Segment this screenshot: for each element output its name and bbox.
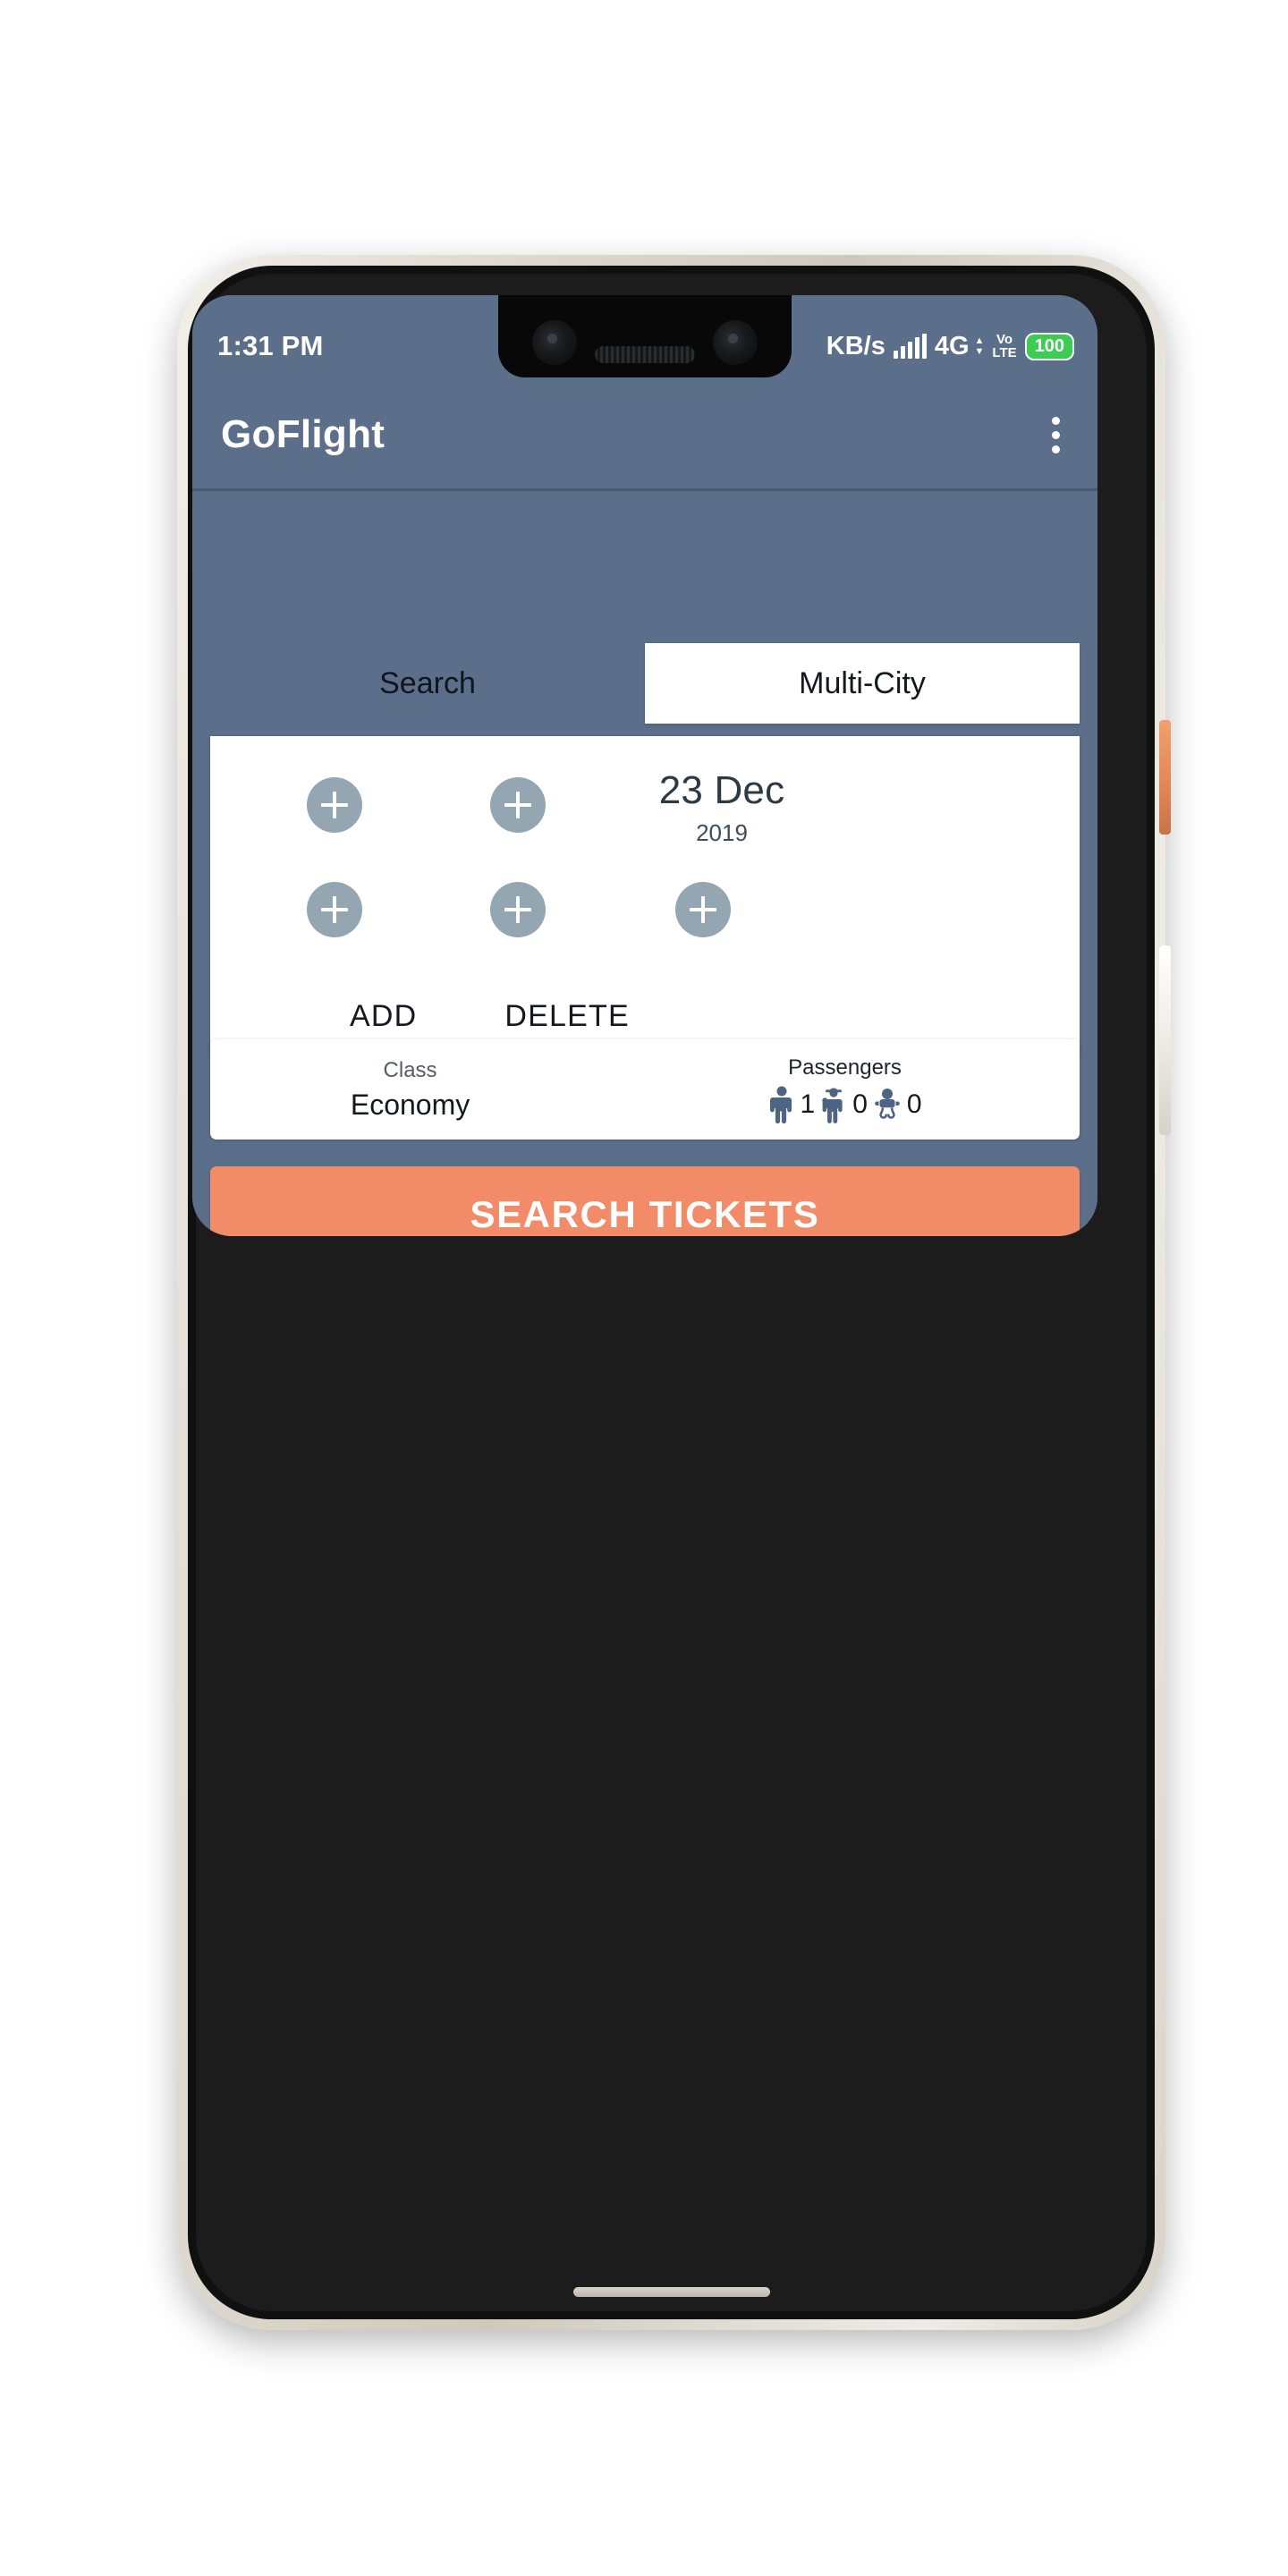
class-selector[interactable]: Class Economy [210, 1058, 610, 1121]
infant-passenger-group: 0 [873, 1088, 922, 1122]
front-camera-left-icon [532, 320, 577, 365]
volte-icon: Vo LTE [992, 333, 1016, 360]
volume-rocker[interactable] [1159, 945, 1171, 1135]
infant-count: 0 [906, 1089, 922, 1119]
child-icon [820, 1086, 847, 1123]
front-camera-right-icon [713, 320, 758, 365]
plus-icon-destination-2[interactable] [490, 882, 546, 937]
adult-icon [768, 1086, 795, 1123]
passenger-counts: 1 0 0 [610, 1086, 1080, 1123]
app-content: Search Multi-City 23 Dec 2019 ADD DELETE… [192, 491, 1097, 1236]
search-tickets-button[interactable]: SEARCH TICKETS [210, 1166, 1080, 1236]
date-day-month: 23 Dec [658, 768, 785, 812]
earpiece-speaker-icon [595, 345, 695, 363]
plus-icon-origin-2[interactable] [307, 882, 362, 937]
plus-icon-date-2[interactable] [675, 882, 731, 937]
class-passengers-card[interactable]: Class Economy Passengers 1 0 0 [210, 1039, 1080, 1140]
data-transfer-icon: ▲ ▼ [974, 335, 985, 357]
tab-search[interactable]: Search [210, 643, 645, 724]
multi-city-card: 23 Dec 2019 ADD DELETE [210, 736, 1080, 1055]
status-time: 1:31 PM [217, 330, 324, 361]
child-passenger-group: 0 [820, 1086, 868, 1123]
tab-multi-city[interactable]: Multi-City [645, 643, 1080, 724]
plus-icon-origin-1[interactable] [307, 777, 362, 833]
class-value: Economy [350, 1089, 470, 1121]
volte-bottom: LTE [992, 345, 1017, 360]
delete-button[interactable]: DELETE [490, 994, 643, 1039]
bottom-speaker-slot [572, 2287, 770, 2297]
trip-type-tabs: Search Multi-City [210, 643, 1080, 724]
infant-icon [873, 1088, 902, 1122]
network-type-label: 4G [934, 331, 970, 360]
battery-indicator: 100 [1024, 332, 1074, 360]
more-vertical-icon[interactable] [1041, 408, 1071, 462]
date-year: 2019 [696, 819, 748, 846]
power-button[interactable] [1159, 720, 1171, 835]
plus-icon-destination-1[interactable] [490, 777, 546, 833]
adult-passenger-group: 1 [768, 1086, 816, 1123]
signal-strength-icon [893, 333, 927, 359]
passengers-label: Passengers [788, 1055, 902, 1080]
segment-grid: 23 Dec 2019 [210, 736, 1080, 978]
class-label: Class [383, 1058, 437, 1082]
app-bar: GoFlight [192, 381, 1097, 488]
add-button[interactable]: ADD [335, 994, 431, 1039]
app-title: GoFlight [221, 412, 386, 456]
segment-date[interactable]: 23 Dec 2019 [610, 768, 834, 845]
data-rate-label: KB/s [826, 331, 886, 360]
status-indicators: KB/s 4G ▲ ▼ Vo LTE 100 [826, 332, 1074, 361]
phone-screen: 1:31 PM KB/s 4G ▲▼ Vo LTE 100 GoFlight [192, 295, 1097, 1236]
top-spacer [192, 491, 1097, 643]
child-count: 0 [852, 1089, 868, 1119]
adult-count: 1 [800, 1089, 816, 1119]
display-notch [498, 295, 792, 377]
screenshot-root: 1:31 PM KB/s 4G ▲▼ Vo LTE 100 GoFlight [0, 0, 1288, 2576]
passengers-selector[interactable]: Passengers 1 0 0 [610, 1055, 1080, 1123]
